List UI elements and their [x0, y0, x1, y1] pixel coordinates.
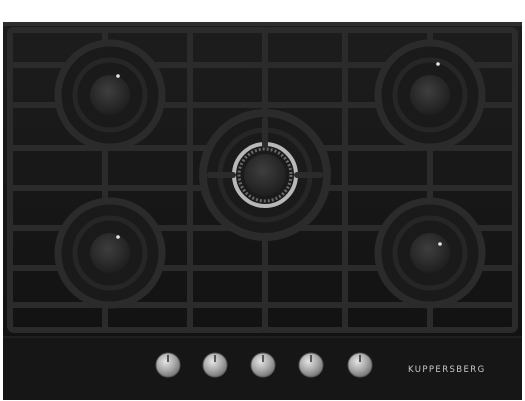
igniter-dot [436, 62, 440, 66]
control-knob-5[interactable] [347, 352, 373, 378]
burner-top-left [54, 39, 166, 151]
glass-top-edge [3, 22, 522, 26]
brand-label: KUPPERSBERG [408, 365, 486, 375]
burner-top-right [374, 39, 486, 151]
control-knob-4[interactable] [298, 352, 324, 378]
control-knob-1[interactable] [155, 352, 181, 378]
burner-center-wok [199, 109, 331, 241]
gas-hob [3, 22, 522, 400]
igniter-dot [116, 235, 120, 239]
igniter-dot [116, 74, 120, 78]
control-knob-3[interactable] [250, 352, 276, 378]
burner-bottom-left [54, 197, 166, 309]
burner-bottom-right [374, 197, 486, 309]
igniter-dot [438, 242, 442, 246]
control-knob-2[interactable] [202, 352, 228, 378]
